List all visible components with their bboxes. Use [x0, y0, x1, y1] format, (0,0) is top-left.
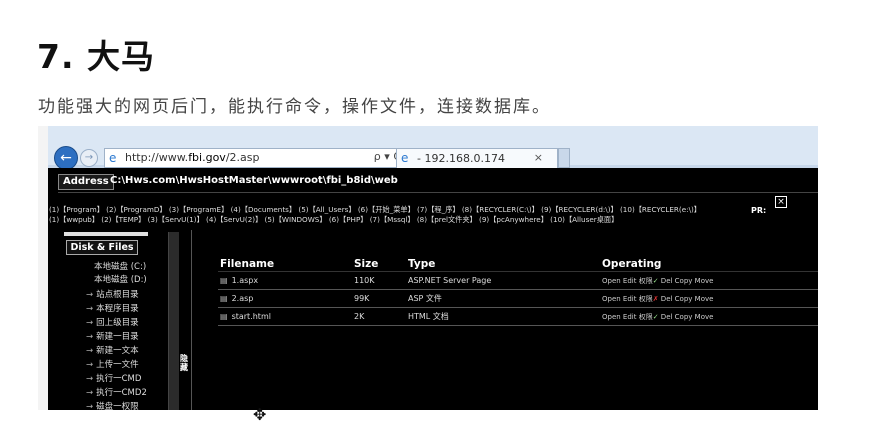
- file-name[interactable]: 1.aspx: [232, 276, 259, 285]
- address-path[interactable]: C:\Hws.com\HwsHostMaster\wwwroot\fbi_b8i…: [110, 175, 398, 186]
- arrow-right-icon: →: [84, 152, 94, 163]
- column-header: Operating: [600, 256, 818, 272]
- column-header: Size: [352, 256, 406, 272]
- sidebar-item-label: 磁盘一权限: [96, 402, 139, 410]
- sidebar-item[interactable]: → 新建一目录: [86, 332, 139, 342]
- search-icon[interactable]: ρ: [374, 150, 381, 163]
- section-description: 功能强大的网页后门，能执行命令，操作文件，连接数据库。: [38, 97, 551, 117]
- browser-toolbar: ← → e http://www.fbi.gov/2.asp ρ ▾ C e -…: [48, 126, 818, 170]
- file-icon: ▤: [220, 294, 228, 303]
- sidebar-item-label: 上传一文件: [96, 360, 139, 370]
- arrow-icon: →: [86, 332, 94, 342]
- webshell-page: Address C:\Hws.com\HwsHostMaster\wwwroot…: [48, 168, 818, 410]
- sidebar-item-label: 本程序目录: [96, 304, 139, 314]
- close-tab-icon[interactable]: ×: [534, 151, 543, 164]
- column-header: Filename: [218, 256, 352, 272]
- sidebar-item[interactable]: → 回上级目录: [86, 318, 139, 328]
- close-icon[interactable]: ×: [775, 196, 787, 208]
- address-label: Address: [58, 174, 114, 190]
- sidebar-title: Disk & Files: [66, 240, 138, 255]
- sidebar-item[interactable]: 本地磁盘 (D:): [94, 275, 147, 285]
- arrow-icon: →: [86, 360, 94, 370]
- sidebar-item-label: 站点根目录: [96, 290, 139, 300]
- file-type: HTML 文档: [406, 307, 600, 326]
- file-name[interactable]: start.html: [232, 312, 271, 321]
- file-operations[interactable]: Open Edit 权限✗ Del Copy Move: [600, 289, 818, 308]
- file-size: 110K: [352, 271, 406, 290]
- arrow-icon: →: [86, 318, 94, 328]
- table-header-row: Filename Size Type Operating: [218, 256, 818, 272]
- sidebar-item-label: 新建一文本: [96, 346, 139, 356]
- sidebar-item[interactable]: → 磁盘一权限: [86, 402, 139, 410]
- file-operations[interactable]: Open Edit 权限✓ Del Copy Move: [600, 307, 818, 326]
- dropdown-icon[interactable]: ▾: [384, 150, 390, 163]
- quick-links-row[interactable]: (1)【Program】 (2)【ProgramD】 (3)【ProgramE】…: [49, 205, 789, 215]
- sidebar-item[interactable]: → 上传一文件: [86, 360, 139, 370]
- url-text[interactable]: http://www.fbi.gov/2.asp: [125, 151, 259, 164]
- sidebar-item[interactable]: → 执行一CMD2: [86, 388, 147, 398]
- sidebar-scrollbar[interactable]: [168, 232, 179, 410]
- file-name[interactable]: 2.asp: [232, 294, 254, 303]
- sidebar-item-label: 执行一CMD: [96, 374, 142, 384]
- table-row[interactable]: ▤ 2.asp 99K ASP 文件 Open Edit 权限✗ Del Copy Mo…: [218, 289, 818, 308]
- address-row: Address C:\Hws.com\HwsHostMaster\wwwroot…: [58, 174, 818, 193]
- sidebar-item[interactable]: → 新建一文本: [86, 346, 139, 356]
- table-row[interactable]: ▤ 1.aspx 110K ASP.NET Server Page Open Edit …: [218, 271, 818, 290]
- quick-links-row[interactable]: (1)【wwpub】 (2)【TEMP】 (3)【ServU(1)】 (4)【S…: [49, 215, 789, 225]
- file-type: ASP.NET Server Page: [406, 271, 600, 290]
- forward-button[interactable]: →: [80, 149, 98, 167]
- sidebar-item[interactable]: → 执行一CMD: [86, 374, 141, 384]
- arrow-icon: →: [86, 290, 94, 300]
- arrow-icon: →: [86, 402, 94, 410]
- arrow-icon: →: [86, 374, 94, 384]
- arrow-left-icon: ←: [60, 150, 72, 166]
- section-heading: 7. 大马: [37, 37, 155, 76]
- back-button[interactable]: ←: [54, 146, 78, 170]
- file-size: 2K: [352, 307, 406, 326]
- sidebar-item-label: 执行一CMD2: [96, 388, 147, 398]
- file-icon: ▤: [220, 312, 228, 321]
- file-icon: ▤: [220, 276, 228, 285]
- cursor-move-icon: ✥: [253, 405, 267, 424]
- browser-tab[interactable]: e - 192.168.0.174 ×: [396, 148, 558, 168]
- quick-links: (1)【Program】 (2)【ProgramD】 (3)【ProgramE】…: [49, 205, 789, 225]
- sidebar-item[interactable]: → 站点根目录: [86, 290, 139, 300]
- tab-title: - 192.168.0.174: [417, 152, 505, 165]
- hide-sidebar-toggle[interactable]: 隐藏: [180, 354, 190, 372]
- arrow-icon: →: [86, 346, 94, 356]
- sidebar-item-label: 新建一目录: [96, 332, 139, 342]
- ie-page-icon: e: [109, 151, 117, 165]
- sidebar-item[interactable]: 本地磁盘 (C:): [94, 262, 146, 272]
- file-operations[interactable]: Open Edit 权限✓ Del Copy Move: [600, 271, 818, 290]
- pr-label: PR:: [751, 206, 767, 215]
- new-tab-button[interactable]: [558, 148, 570, 168]
- file-size: 99K: [352, 289, 406, 308]
- file-type: ASP 文件: [406, 289, 600, 308]
- file-table: Filename Size Type Operating ▤ 1.aspx 110K…: [218, 256, 818, 326]
- sidebar-item[interactable]: → 本程序目录: [86, 304, 139, 314]
- sidebar-item-label: 本地磁盘 (D:): [94, 275, 147, 285]
- arrow-icon: →: [86, 304, 94, 314]
- table-row[interactable]: ▤ start.html 2K HTML 文档 Open Edit 权限✓ Del Co…: [218, 307, 818, 326]
- ie-tab-icon: e: [401, 151, 409, 165]
- column-header: Type: [406, 256, 600, 272]
- address-bar[interactable]: e http://www.fbi.gov/2.asp ρ ▾ C: [104, 148, 406, 168]
- arrow-icon: →: [86, 388, 94, 398]
- sidebar-item-label: 回上级目录: [96, 318, 139, 328]
- browser-screenshot: ← → e http://www.fbi.gov/2.asp ρ ▾ C e -…: [38, 126, 818, 410]
- sidebar-item-label: 本地磁盘 (C:): [94, 262, 147, 272]
- sidebar: Disk & Files 本地磁盘 (C:) 本地磁盘 (D:) → 站点根目录 → 本程…: [58, 232, 178, 410]
